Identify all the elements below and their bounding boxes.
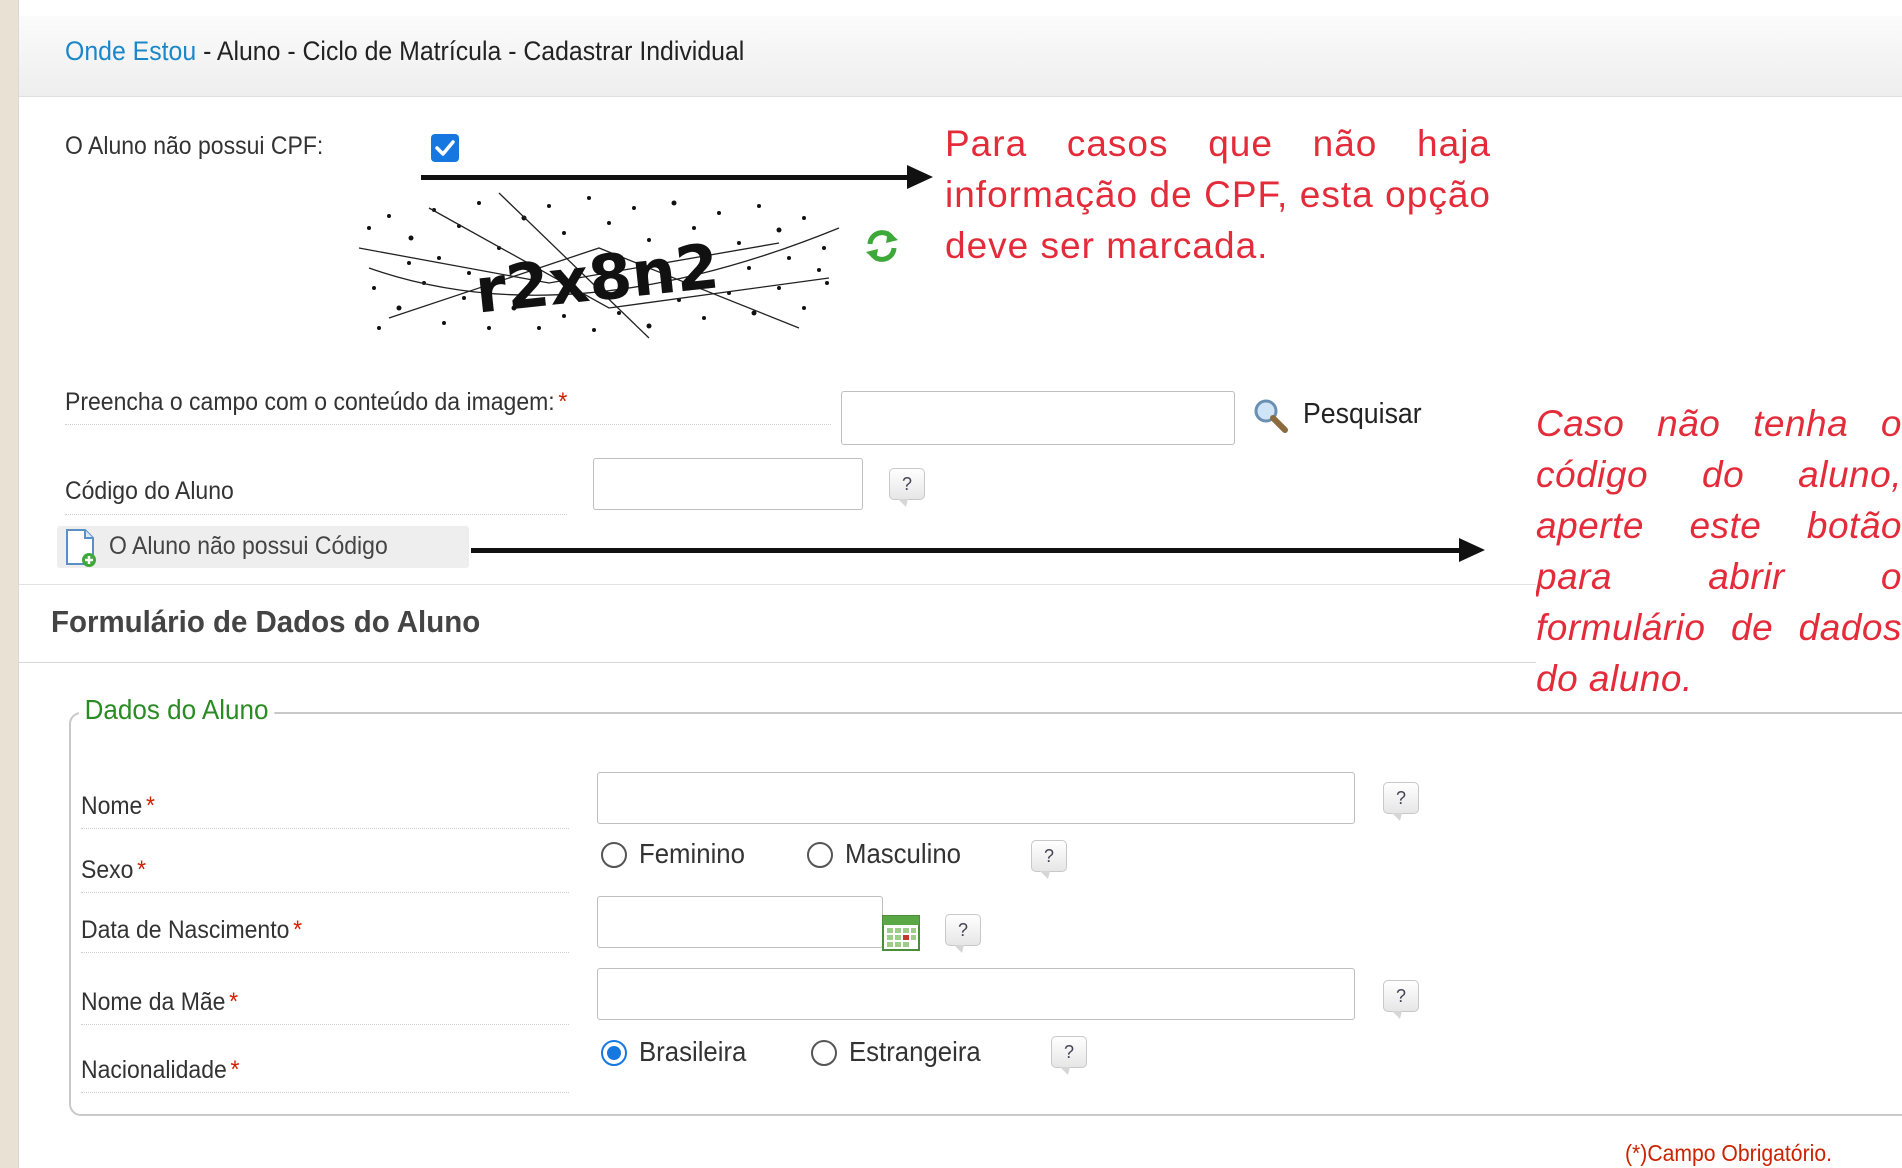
captcha-field-label: Preencha o campo com o conteúdo da image… [65,388,567,417]
page-background-edge [0,0,18,1168]
required-mark: * [146,792,155,820]
mae-help-button[interactable]: ? [1383,980,1419,1019]
required-mark: * [293,916,303,944]
nome-input[interactable] [597,772,1355,824]
search-icon [1254,399,1288,433]
nacionalidade-underline [81,1092,569,1093]
cpf-arrow-head [907,165,933,189]
svg-text:r2x8n2: r2x8n2 [472,229,722,327]
mae-input[interactable] [597,968,1355,1020]
mae-underline [81,1024,569,1025]
new-document-icon [66,529,96,567]
cpf-arrow-line [421,175,911,180]
calendar-icon[interactable] [881,912,921,952]
nome-underline [81,828,569,829]
nacionalidade-label: Nacionalidade * [81,1056,239,1085]
nascimento-label-text: Data de Nascimento [81,916,290,944]
sexo-help-button[interactable]: ? [1031,840,1067,879]
sexo-label: Sexo * [81,856,146,885]
nacionalidade-estrangeira-radio[interactable] [811,1040,837,1066]
captcha-field-label-text: Preencha o campo com o conteúdo da image… [65,388,555,416]
nascimento-underline [81,952,569,953]
sexo-masculino-label[interactable]: Masculino [845,838,961,870]
search-button-label: Pesquisar [1303,398,1422,430]
nascimento-input[interactable] [597,896,883,948]
code-arrow-line [471,548,1461,553]
cpf-annotation: Para casos que não haja informação de CP… [945,123,1491,266]
sexo-masculino-radio[interactable] [807,842,833,868]
no-cpf-checkbox[interactable] [431,134,459,162]
code-arrow-head [1459,538,1485,562]
required-mark: * [137,856,147,884]
sexo-feminino-radio[interactable] [601,842,627,868]
cpf-label: O Aluno não possui CPF: [65,132,324,160]
captcha-image: r2x8n2 [349,188,849,340]
nome-label: Nome * [81,792,155,821]
student-code-help-button[interactable]: ? [889,468,925,507]
required-mark: * [230,1056,240,1084]
mae-label-text: Nome da Mãe [81,988,226,1016]
search-button[interactable]: Pesquisar [1251,396,1451,438]
nacionalidade-help-button[interactable]: ? [1051,1036,1087,1075]
fieldset-legend: Dados do Aluno [79,694,275,726]
sexo-underline [81,892,569,893]
form-title: Formulário de Dados do Aluno [51,604,481,639]
breadcrumb-bar: Onde Estou - Aluno - Ciclo de Matrícula … [19,16,1902,97]
no-code-button[interactable]: O Aluno não possui Código [57,526,469,568]
breadcrumb-link[interactable]: Onde Estou [65,36,196,66]
student-code-underline [65,514,567,515]
breadcrumb-path: - Aluno - Ciclo de Matrícula - Cadastrar… [196,36,745,66]
student-code-input[interactable] [593,458,863,510]
nome-help-button[interactable]: ? [1383,782,1419,821]
student-code-label: Código do Aluno [65,477,234,505]
nacionalidade-label-text: Nacionalidade [81,1056,227,1084]
captcha-field-underline [65,424,831,425]
breadcrumb: Onde Estou - Aluno - Ciclo de Matrícula … [65,36,744,67]
sexo-feminino-label[interactable]: Feminino [639,838,745,870]
nacionalidade-brasileira-label[interactable]: Brasileira [639,1036,746,1068]
required-mark: * [558,388,568,416]
no-code-button-label: O Aluno não possui Código [109,532,388,560]
sexo-label-text: Sexo [81,856,134,884]
nacionalidade-brasileira-radio[interactable] [601,1040,627,1066]
nascimento-help-button[interactable]: ? [945,914,981,953]
captcha-input[interactable] [841,391,1235,445]
required-fields-note: (*)Campo Obrigatório. [1625,1140,1832,1166]
nome-label-text: Nome [81,792,143,820]
checkmark-icon [435,140,455,156]
code-annotation: Caso não tenha o código do aluno, aperte… [1536,398,1902,698]
nascimento-label: Data de Nascimento * [81,916,302,945]
captcha-refresh-icon[interactable] [864,228,900,264]
required-mark: * [229,988,239,1016]
nacionalidade-estrangeira-label[interactable]: Estrangeira [849,1036,981,1068]
mae-label: Nome da Mãe * [81,988,238,1017]
